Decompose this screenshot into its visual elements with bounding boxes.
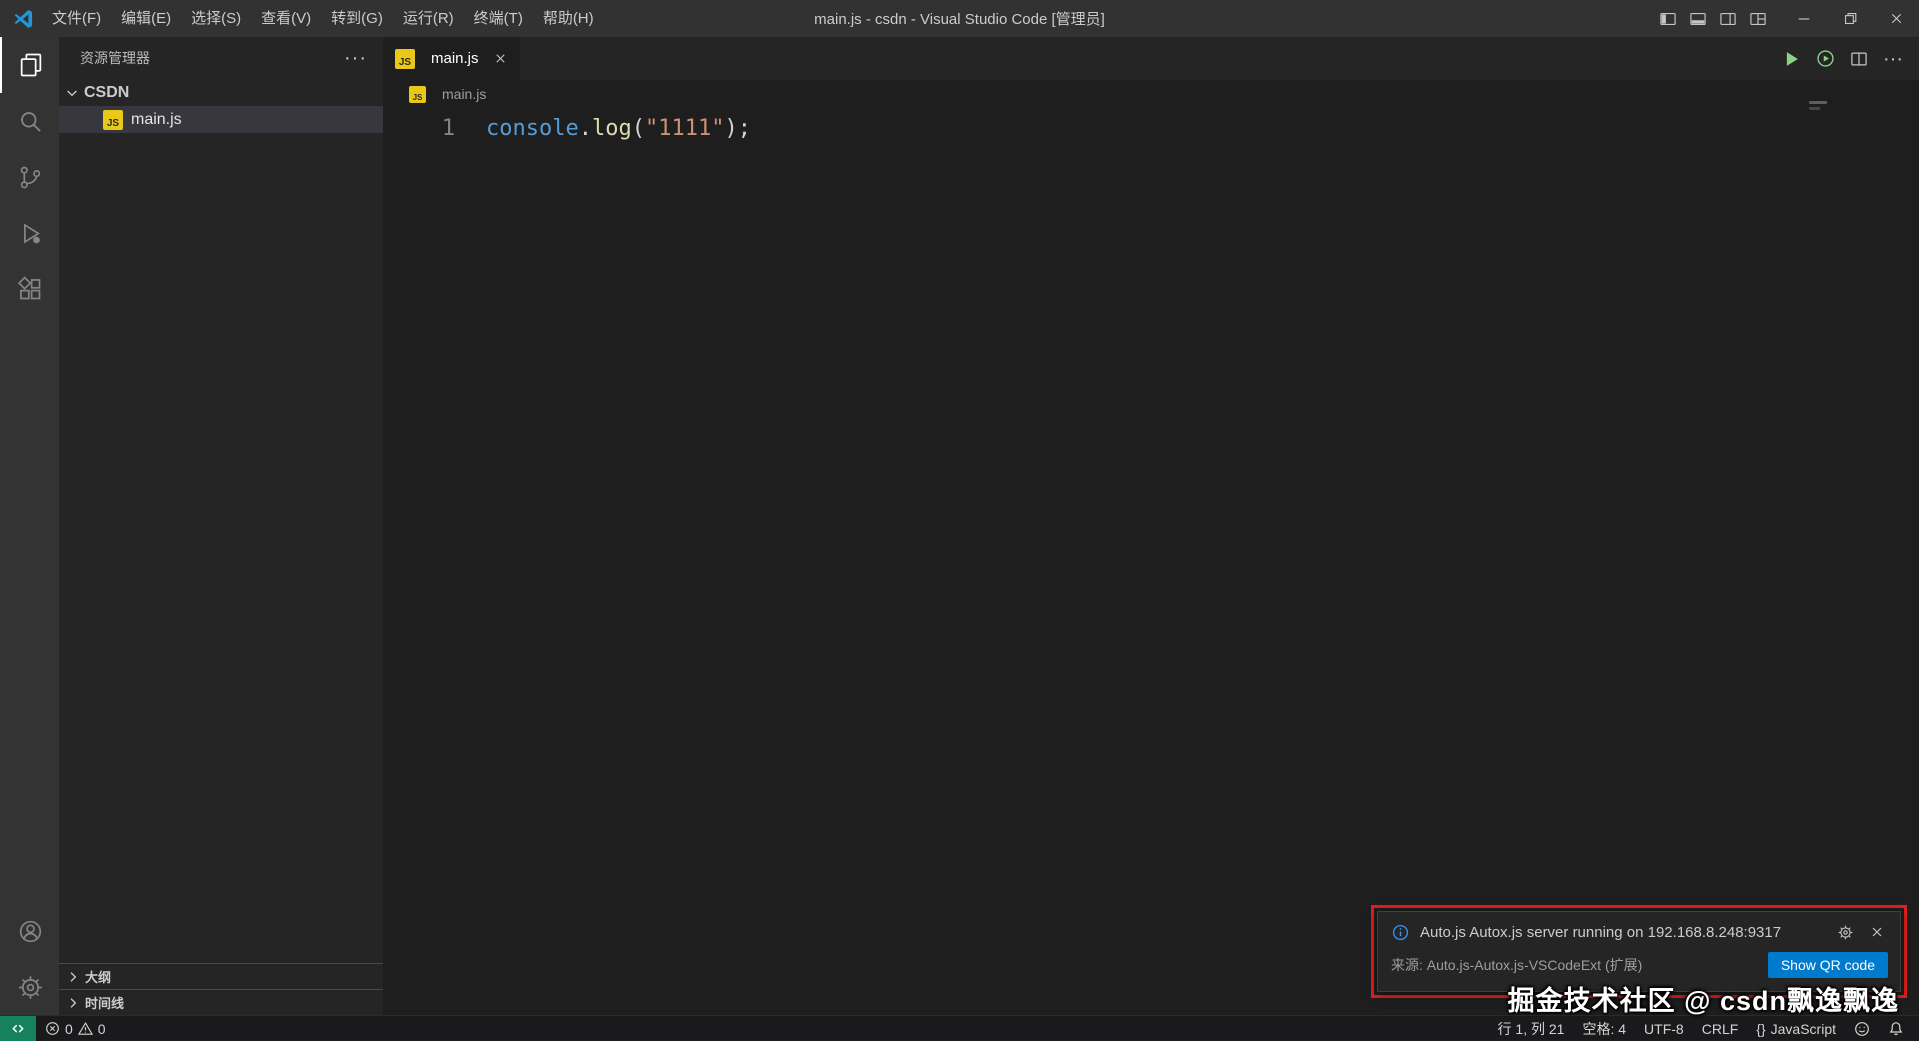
breadcrumb[interactable]: JS main.js (383, 80, 1919, 108)
search-icon[interactable] (0, 93, 59, 149)
language-label: JavaScript (1770, 1020, 1836, 1037)
outline-section-header[interactable]: 大纲 (59, 963, 383, 989)
explorer-more-actions-icon[interactable]: ··· (344, 48, 367, 68)
tab-bar: JS main.js ··· (383, 37, 1919, 80)
code-token-log: log (591, 116, 632, 141)
braces-icon: {} (1756, 1020, 1766, 1037)
source-control-icon[interactable] (0, 149, 59, 205)
chevron-right-icon (70, 997, 77, 1008)
explorer-sidebar: 资源管理器 ··· CSDN JS main.js 大纲 时间线 (59, 37, 383, 1015)
minimize-button[interactable] (1781, 0, 1827, 37)
tab-mainjs[interactable]: JS main.js (383, 37, 520, 80)
menu-selection[interactable]: 选择(S) (181, 0, 251, 37)
menu-file[interactable]: 文件(F) (42, 0, 111, 37)
close-window-button[interactable] (1873, 0, 1919, 37)
remote-indicator[interactable] (0, 1016, 36, 1041)
tab-close-icon[interactable] (493, 51, 508, 66)
folder-label: CSDN (84, 83, 130, 101)
error-icon (45, 1021, 60, 1036)
minimap[interactable] (1809, 101, 1827, 110)
restore-button[interactable] (1827, 0, 1873, 37)
problems-status[interactable]: 0 0 (36, 1016, 115, 1041)
info-icon (1392, 924, 1409, 940)
run-and-debug-icon[interactable] (0, 205, 59, 261)
split-editor-icon[interactable] (1845, 45, 1873, 73)
toggle-secondary-sidebar-icon[interactable] (1713, 0, 1743, 37)
notifications-bell-icon[interactable] (1879, 1016, 1913, 1041)
show-qr-code-button[interactable]: Show QR code (1767, 952, 1888, 978)
tree-file-mainjs[interactable]: JS main.js (59, 106, 383, 133)
timeline-section-header[interactable]: 时间线 (59, 989, 383, 1015)
menu-help[interactable]: 帮助(H) (533, 0, 604, 37)
run-on-device-button[interactable] (1811, 45, 1839, 73)
chevron-down-icon (67, 90, 77, 96)
vscode-logo-icon (14, 9, 33, 28)
code-token-open-paren: ( (631, 116, 645, 141)
menu-run[interactable]: 运行(R) (393, 0, 464, 37)
menu-go[interactable]: 转到(G) (321, 0, 393, 37)
menu-view[interactable]: 查看(V) (251, 0, 321, 37)
customize-layout-icon[interactable] (1743, 0, 1773, 37)
watermark-text: 掘金技术社区 @ csdn飘逸飘逸 (1507, 986, 1899, 1016)
minimap-line-mark (1809, 107, 1820, 110)
editor-more-actions-icon[interactable]: ··· (1879, 45, 1907, 73)
javascript-file-icon: JS (103, 109, 123, 130)
minimap-line-mark (1809, 101, 1827, 104)
encoding-status[interactable]: UTF-8 (1635, 1016, 1693, 1041)
extensions-icon[interactable] (0, 261, 59, 317)
feedback-icon[interactable] (1845, 1016, 1879, 1041)
timeline-label: 时间线 (85, 996, 125, 1011)
settings-gear-icon[interactable] (0, 959, 59, 1015)
code-area[interactable]: 1 console.log("1111"); (383, 108, 1919, 145)
warning-count: 0 (97, 1020, 106, 1037)
chevron-right-icon (70, 971, 77, 982)
notification-source: 来源: Auto.js-Autox.js-VSCodeExt (扩展) (1391, 957, 1643, 973)
tab-label: main.js (431, 50, 479, 67)
breadcrumb-item[interactable]: main.js (442, 86, 486, 102)
eol-status[interactable]: CRLF (1693, 1016, 1748, 1041)
window-title: main.js - csdn - Visual Studio Code [管理员… (814, 11, 1105, 28)
language-mode-status[interactable]: {} JavaScript (1747, 1016, 1845, 1041)
run-file-button[interactable] (1777, 45, 1805, 73)
tree-folder-csdn[interactable]: CSDN (59, 79, 383, 106)
code-token-dot: . (578, 116, 592, 141)
title-bar: 文件(F) 编辑(E) 选择(S) 查看(V) 转到(G) 运行(R) 终端(T… (0, 0, 1919, 37)
indentation-status[interactable]: 空格: 4 (1573, 1016, 1635, 1041)
error-count: 0 (65, 1020, 73, 1037)
editor-group: JS main.js ··· JS main.js 1 console.log(… (383, 37, 1919, 1015)
cursor-position-status[interactable]: 行 1, 列 21 (1489, 1016, 1574, 1041)
toggle-sidebar-icon[interactable] (1653, 0, 1683, 37)
javascript-file-icon: JS (395, 48, 415, 69)
code-text: console.log("1111"); (486, 112, 751, 145)
line-number[interactable]: 1 (383, 112, 455, 145)
menu-terminal[interactable]: 终端(T) (464, 0, 533, 37)
explorer-icon[interactable] (0, 37, 59, 93)
notification-message: Auto.js Autox.js server running on 192.1… (1420, 923, 1782, 941)
javascript-file-icon: JS (409, 85, 426, 103)
file-label: main.js (131, 110, 182, 128)
toggle-panel-icon[interactable] (1683, 0, 1713, 37)
activity-bar (0, 37, 59, 1015)
code-token-string: "1111" (644, 116, 725, 141)
code-token-close-paren: ) (724, 116, 738, 141)
code-line-1[interactable]: 1 console.log("1111"); (383, 112, 1919, 145)
menu-edit[interactable]: 编辑(E) (111, 0, 181, 37)
code-token-console: console (486, 116, 579, 141)
warning-icon (77, 1021, 93, 1036)
outline-label: 大纲 (85, 970, 112, 985)
status-bar: 0 0 行 1, 列 21 空格: 4 UTF-8 CRLF {} JavaSc… (0, 1015, 1919, 1041)
explorer-title: 资源管理器 (80, 50, 150, 66)
notification-settings-gear-icon[interactable] (1834, 921, 1856, 943)
accounts-icon[interactable] (0, 903, 59, 959)
code-token-semicolon: ; (737, 116, 751, 141)
notification-close-icon[interactable] (1866, 921, 1888, 943)
